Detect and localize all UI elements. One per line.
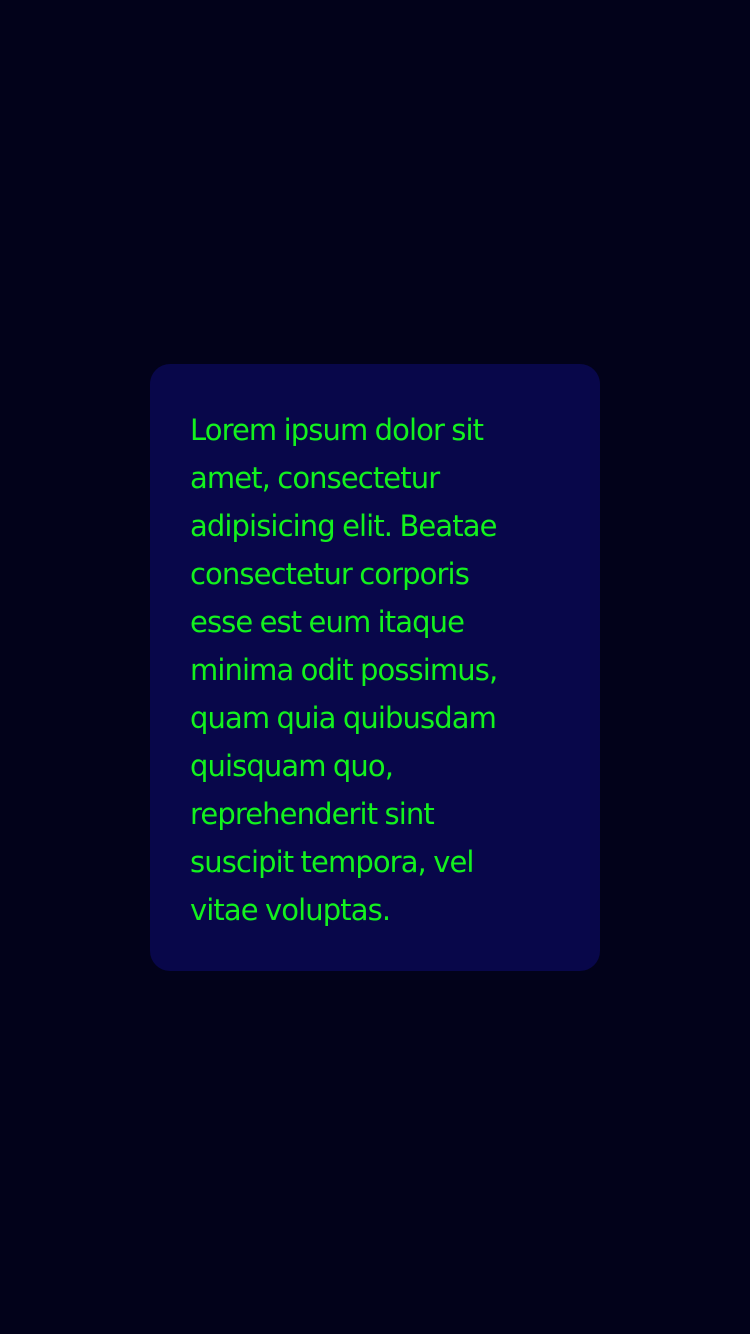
card-body-text: Lorem ipsum dolor sit amet, consectetur … bbox=[190, 413, 498, 927]
text-card: Lorem ipsum dolor sit amet, consectetur … bbox=[150, 364, 600, 971]
screen: Lorem ipsum dolor sit amet, consectetur … bbox=[0, 0, 750, 1334]
